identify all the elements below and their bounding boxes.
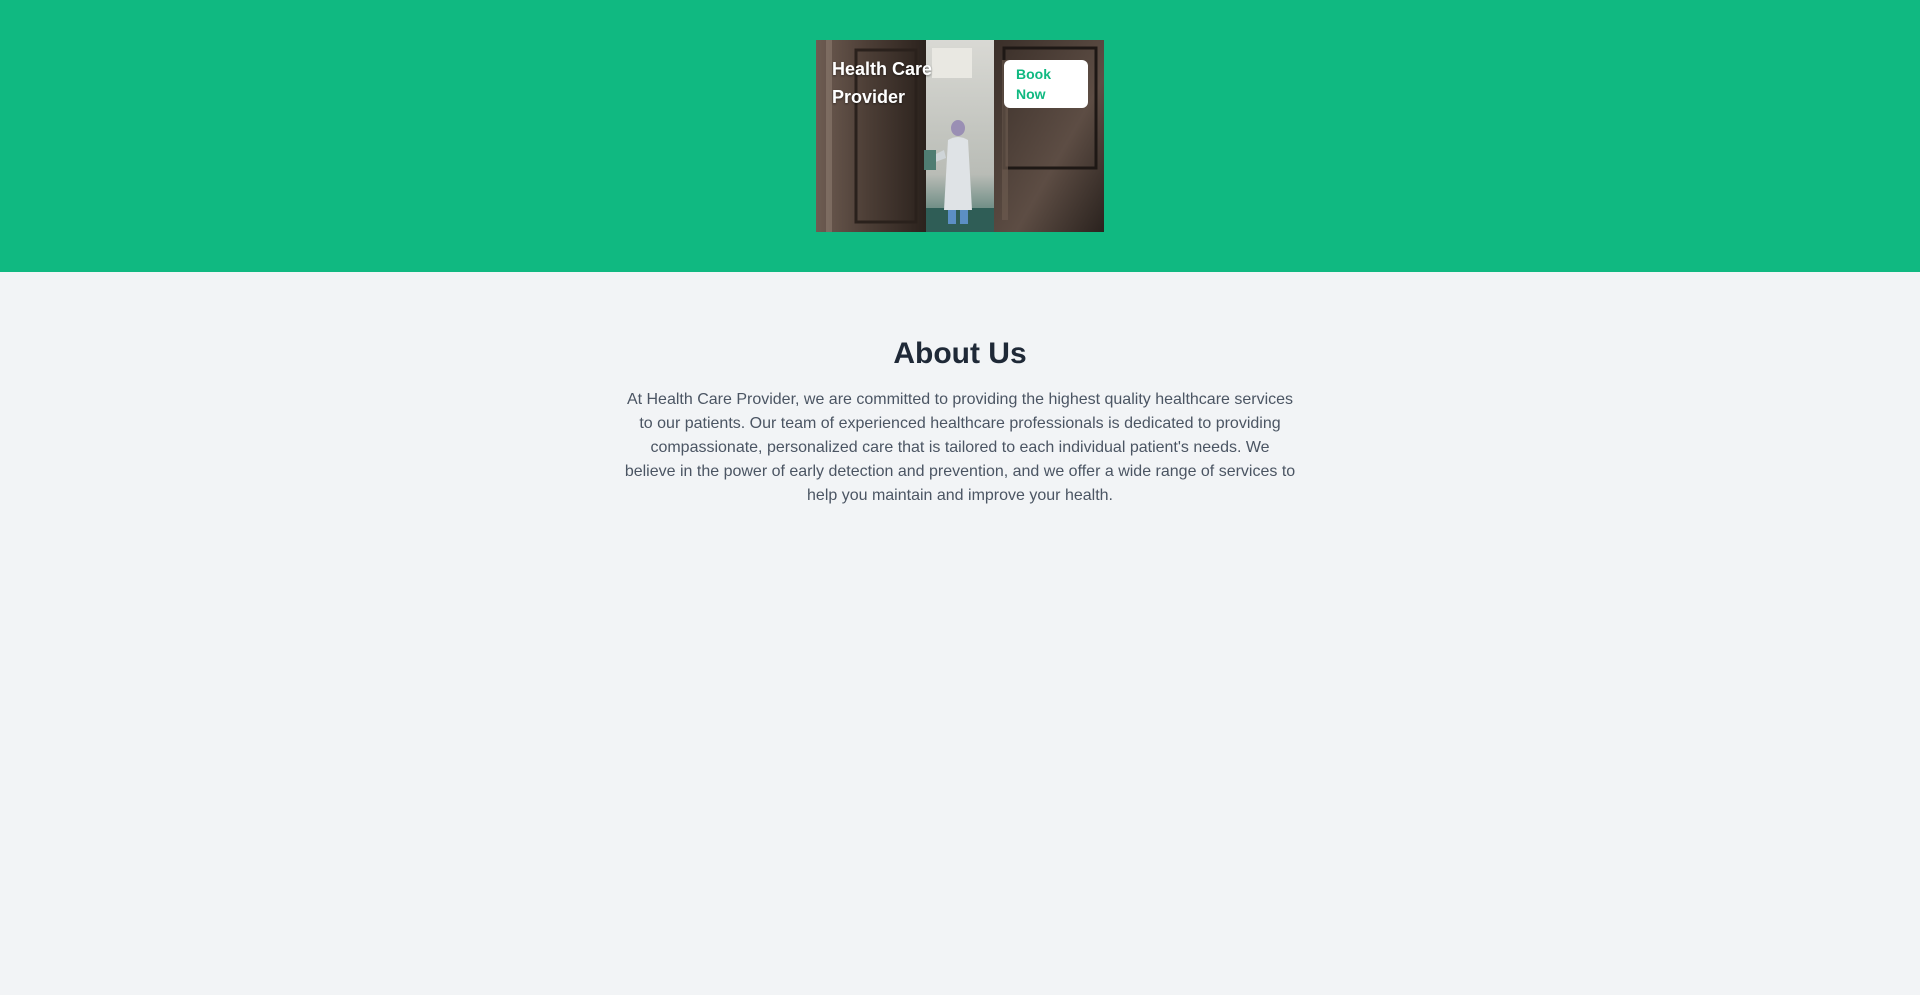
hero-banner: Health Care Provider Book Now (0, 0, 1920, 272)
about-title: About Us (893, 337, 1027, 370)
brand-title-line2: Provider (832, 87, 906, 107)
brand-title: Health Care Provider (832, 55, 952, 111)
book-now-label-line1: Book (1016, 66, 1051, 82)
about-section: About Us At Health Care Provider, we are… (0, 272, 1920, 995)
book-now-button[interactable]: Book Now (1004, 60, 1088, 108)
book-now-label-line2: Now (1016, 86, 1046, 102)
hero-card: Health Care Provider Book Now (816, 40, 1104, 232)
about-body: At Health Care Provider, we are committe… (624, 391, 1296, 504)
brand-title-line1: Health Care (832, 59, 933, 79)
